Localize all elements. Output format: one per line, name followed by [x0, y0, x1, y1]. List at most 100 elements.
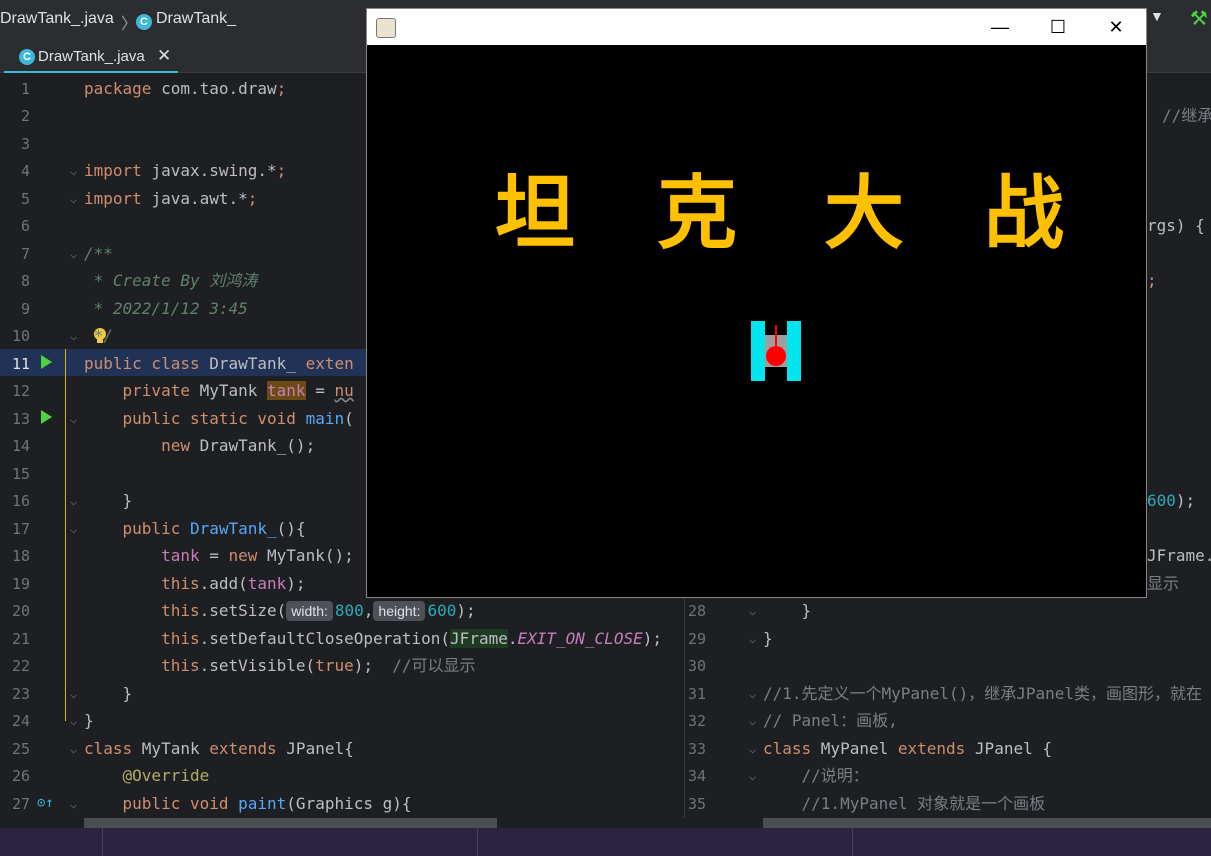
line-number: 3 — [20, 135, 30, 153]
line-number: 22 — [11, 657, 30, 675]
fold-icon[interactable]: ⌵ — [70, 192, 77, 206]
line-number: 8 — [20, 272, 30, 290]
line-number: 12 — [11, 382, 30, 400]
fold-icon[interactable]: ⌵ — [70, 412, 77, 426]
build-hammer-icon[interactable]: ⚒ — [1190, 6, 1208, 31]
code-line: } — [84, 684, 133, 703]
title-char: 战 — [984, 171, 1064, 259]
code-line: class MyPanel extends JPanel { — [763, 739, 1052, 758]
code-line: 显示 — [1147, 574, 1180, 593]
line-number: 5 — [20, 190, 30, 208]
code-line: this.setVisible(true); //可以显示 — [161, 656, 476, 675]
line-number: 2 — [20, 107, 30, 125]
fold-icon[interactable]: ⌵ — [70, 329, 77, 343]
breadcrumb-file-label: DrawTank_.java — [0, 10, 114, 27]
line-number: 6 — [20, 217, 30, 235]
code-line: this.setDefaultCloseOperation(JFrame.EXI… — [161, 629, 662, 648]
line-number: 16 — [11, 492, 30, 510]
title-char: 大 — [824, 171, 904, 259]
tab-drawtank-java[interactable]: C DrawTank_.java ✕ — [4, 42, 178, 74]
code-line: JFrame. — [1147, 546, 1211, 565]
fold-icon[interactable]: ⌵ — [749, 714, 756, 728]
line-number: 30 — [687, 657, 706, 675]
fold-icon[interactable]: ⌵ — [749, 687, 756, 701]
line-number: 13 — [11, 410, 30, 428]
title-char: 克 — [657, 171, 737, 259]
code-line: 600); — [1147, 491, 1196, 510]
swing-app-window[interactable]: — ☐ ✕ 坦 克 大 战 — [366, 8, 1147, 598]
fold-icon[interactable]: ⌵ — [70, 687, 77, 701]
taskbar-divider — [477, 828, 478, 856]
code-line: public class DrawTank_ exten — [84, 354, 354, 373]
code-line: } — [763, 629, 773, 648]
fold-icon[interactable]: ⌵ — [70, 494, 77, 508]
horizontal-scrollbar-right[interactable] — [763, 818, 1211, 828]
code-line: //1.先定义一个MyPanel()，继承JPanel类，画图形，就在 — [763, 684, 1203, 703]
fold-icon[interactable]: ⌵ — [70, 522, 77, 536]
code-line: * Create By 刘鸿涛 — [84, 271, 258, 290]
taskbar-divider — [852, 828, 853, 856]
code-line: new DrawTank_(); — [84, 436, 316, 455]
fold-icon[interactable]: ⌵ — [749, 742, 756, 756]
code-line: import java.awt.*; — [84, 189, 258, 208]
code-line: tank = new MyTank(); — [161, 546, 354, 565]
line-number: 23 — [11, 685, 30, 703]
line-number: 28 — [687, 602, 706, 620]
window-close-button[interactable]: ✕ — [1087, 9, 1145, 45]
tab-label: DrawTank_.java — [38, 48, 145, 65]
window-title-bar[interactable]: — ☐ ✕ — [367, 9, 1146, 45]
code-line: ; — [1147, 271, 1157, 290]
breadcrumb-class-label: DrawTank_ — [156, 10, 237, 27]
param-hint-height: height: — [373, 601, 426, 621]
line-number: 11 — [11, 355, 30, 373]
tank-turret — [766, 346, 786, 366]
fold-icon[interactable]: ⌵ — [70, 164, 77, 178]
title-char: 坦 — [495, 171, 575, 259]
line-number: 18 — [11, 547, 30, 565]
fold-icon[interactable]: ⌵ — [70, 247, 77, 261]
param-hint-width: width: — [286, 601, 333, 621]
fold-icon[interactable]: ⌵ — [70, 714, 77, 728]
line-number: 1 — [20, 80, 30, 98]
breadcrumb-class[interactable]: C DrawTank_ — [136, 10, 236, 30]
line-number: 10 — [11, 327, 30, 345]
code-line: * 2022/1/12 3:45 — [84, 299, 248, 318]
line-number: 32 — [687, 712, 706, 730]
line-number: 15 — [11, 465, 30, 483]
maximize-button[interactable]: ☐ — [1029, 9, 1087, 45]
code-line: public void paint(Graphics g){ — [84, 794, 412, 813]
override-method-icon[interactable]: ⊙↑ — [37, 795, 54, 811]
tank-sprite — [751, 321, 801, 381]
code-line: import javax.swing.*; — [84, 161, 287, 180]
code-line: //1.MyPanel 对象就是一个画板 — [763, 794, 1046, 813]
fold-icon[interactable]: ⌵ — [749, 632, 756, 646]
fold-icon[interactable]: ⌵ — [749, 604, 756, 618]
user-dropdown-icon[interactable]: ▼ — [1150, 8, 1164, 24]
code-line: package com.tao.draw; — [84, 79, 287, 98]
code-line: public static void main( — [84, 409, 354, 428]
java-cup-icon — [376, 18, 396, 38]
line-number: 24 — [11, 712, 30, 730]
fold-icon[interactable]: ⌵ — [70, 797, 77, 811]
minimize-button[interactable]: — — [971, 9, 1029, 45]
fold-icon[interactable]: ⌵ — [70, 742, 77, 756]
code-line: //继承 — [1162, 106, 1211, 125]
run-class-icon[interactable] — [41, 355, 52, 369]
code-line: class MyTank extends JPanel{ — [84, 739, 354, 758]
code-line: public DrawTank_(){ — [84, 519, 306, 538]
class-icon: C — [136, 14, 152, 30]
line-number: 20 — [11, 602, 30, 620]
line-number: 26 — [11, 767, 30, 785]
code-line: */ — [84, 326, 113, 345]
taskbar — [0, 828, 1211, 856]
breadcrumb-file[interactable]: DrawTank_.java — [0, 10, 114, 28]
line-number: 27 — [11, 795, 30, 813]
tank-left-track — [751, 321, 765, 381]
tab-close-icon[interactable]: ✕ — [157, 46, 171, 66]
horizontal-scrollbar-left[interactable] — [84, 818, 497, 828]
line-number: 14 — [11, 437, 30, 455]
code-line: this.add(tank); — [161, 574, 306, 593]
run-main-icon[interactable] — [41, 410, 52, 424]
fold-icon[interactable]: ⌵ — [749, 769, 756, 783]
line-number: 7 — [20, 245, 30, 263]
